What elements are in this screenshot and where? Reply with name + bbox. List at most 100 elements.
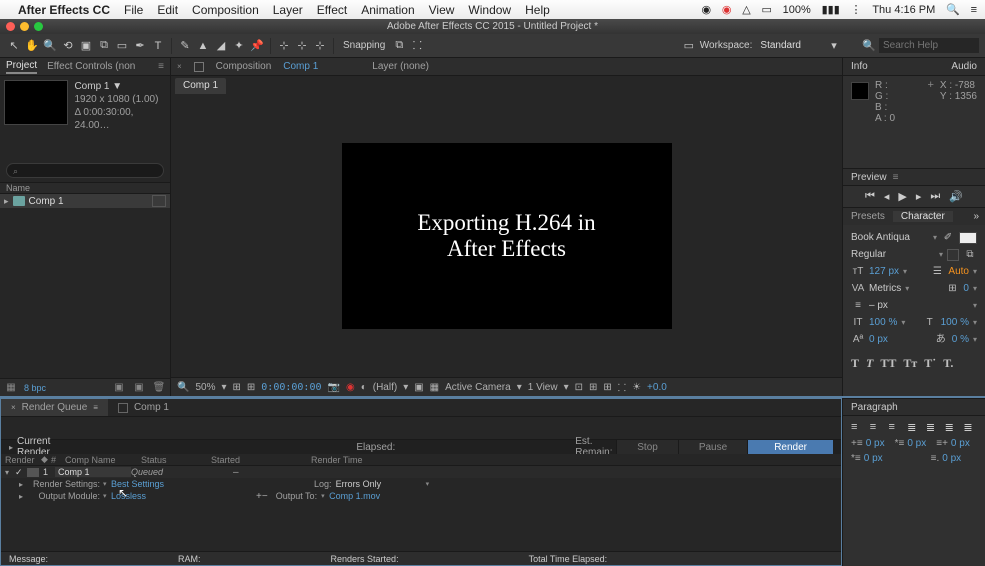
snap-opt1-icon[interactable]: ⧉ <box>391 38 407 54</box>
leading-value[interactable]: Auto <box>948 266 969 277</box>
current-render-twirl[interactable]: ▸ <box>9 443 13 452</box>
rotate-tool-icon[interactable]: ⟲ <box>60 38 76 54</box>
remove-output-icon[interactable]: − <box>262 491 268 502</box>
tab-comp-timeline[interactable]: Comp 1 <box>108 400 179 415</box>
justify-center-icon[interactable]: ≣ <box>926 421 940 431</box>
rs-twirl-icon[interactable]: ▸ <box>19 480 29 489</box>
eyedropper-icon[interactable]: ✐ <box>941 231 955 245</box>
tab-effect-controls[interactable]: Effect Controls (non <box>47 61 135 72</box>
stroke-swatch[interactable] <box>947 249 959 261</box>
search-help-input[interactable] <box>879 38 979 53</box>
play-icon[interactable]: ▶ <box>898 190 906 203</box>
composition-canvas[interactable]: Exporting H.264 in After Effects <box>342 143 672 329</box>
res-icon[interactable]: ⊞ <box>233 382 241 393</box>
views-dropdown[interactable]: 1 View <box>528 382 558 393</box>
selection-tool-icon[interactable]: ↖ <box>6 38 22 54</box>
last-frame-icon[interactable]: ⏭ <box>930 190 940 203</box>
view-opt3-icon[interactable]: ⊞ <box>603 382 611 393</box>
shape-tool-icon[interactable]: ▭ <box>114 38 130 54</box>
flowchart-icon[interactable] <box>152 195 166 207</box>
tab-project[interactable]: Project <box>6 60 37 74</box>
tab-audio[interactable]: Audio <box>951 61 977 72</box>
camera-tool-icon[interactable]: ▣ <box>78 38 94 54</box>
search-icon[interactable]: ▭ <box>680 38 698 54</box>
render-item-row[interactable]: ▾ ✓ 1 Comp 1 Queued – <box>1 466 841 478</box>
newfolder-icon[interactable]: ▣ <box>112 382 126 394</box>
panel-menu-icon[interactable]: ≡ <box>158 61 164 72</box>
render-checkbox[interactable]: ✓ <box>15 467 27 478</box>
clone-tool-icon[interactable]: ▲ <box>195 38 211 54</box>
mute-icon[interactable]: 🔊 <box>949 190 963 203</box>
om-twirl-icon[interactable]: ▸ <box>19 492 29 501</box>
menu-composition[interactable]: Composition <box>192 3 259 17</box>
project-search-input[interactable] <box>6 163 164 178</box>
label-color[interactable] <box>27 468 39 477</box>
allcaps-icon[interactable]: TT <box>880 356 896 371</box>
app-menu[interactable]: After Effects CC <box>18 3 110 17</box>
indent-right[interactable]: 0 px <box>951 438 970 449</box>
roto-tool-icon[interactable]: ✦ <box>231 38 247 54</box>
hand-tool-icon[interactable]: ✋ <box>24 38 40 54</box>
pen-tool-icon[interactable]: ✒ <box>132 38 148 54</box>
exposure-icon[interactable]: ☀ <box>632 382 641 393</box>
region-icon[interactable]: ▣ <box>414 382 423 393</box>
snapshot-icon[interactable]: 📷 <box>328 382 340 393</box>
menu-layer[interactable]: Layer <box>273 3 303 17</box>
comp-tab[interactable]: Comp 1 <box>175 78 226 94</box>
comp-thumbnail[interactable] <box>4 80 68 125</box>
log-dropdown[interactable]: Errors Only <box>336 479 426 489</box>
composition-viewport[interactable]: Exporting H.264 in After Effects <box>171 94 842 377</box>
indent-first[interactable]: 0 px <box>907 438 926 449</box>
space-before[interactable]: 0 px <box>864 453 883 464</box>
menu-animation[interactable]: Animation <box>361 3 414 17</box>
brush-tool-icon[interactable]: ✎ <box>177 38 193 54</box>
text-tool-icon[interactable]: T <box>150 38 166 54</box>
align-right-icon[interactable]: ≡ <box>888 421 902 431</box>
row-twirl-icon[interactable]: ▾ <box>5 468 15 477</box>
interpret-icon[interactable]: ▦ <box>4 382 18 394</box>
newcomp-icon[interactable]: ▣ <box>132 382 146 394</box>
panbehind-tool-icon[interactable]: ⧉ <box>96 38 112 54</box>
project-item-comp1[interactable]: ▸ Comp 1 <box>0 194 170 208</box>
bpc-toggle[interactable]: 8 bpc <box>24 383 46 393</box>
exposure-value[interactable]: +0.0 <box>647 382 667 393</box>
snapping-label[interactable]: Snapping <box>343 40 385 51</box>
rs-caret-icon[interactable]: ▾ <box>103 480 111 488</box>
menu-view[interactable]: View <box>429 3 455 17</box>
menu-window[interactable]: Window <box>468 3 511 17</box>
view-opt4-icon[interactable]: ⸬ <box>618 380 626 394</box>
render-settings-link[interactable]: Best Settings <box>111 479 164 489</box>
font-family-dropdown[interactable]: Book Antiqua <box>851 232 929 243</box>
color-mgmt-icon[interactable]: ◐ <box>361 382 367 393</box>
tracking-value[interactable]: 0 <box>963 283 969 294</box>
font-size[interactable]: 127 px <box>869 266 899 277</box>
italic-icon[interactable]: T <box>866 356 873 371</box>
justify-all-icon[interactable]: ≣ <box>963 421 977 431</box>
view-opt2-icon[interactable]: ⊞ <box>589 382 597 393</box>
tab-paragraph[interactable]: Paragraph <box>851 402 898 413</box>
comp-header-link[interactable]: Comp 1 <box>283 61 318 72</box>
tab-character[interactable]: Character <box>893 211 953 222</box>
space-after[interactable]: 0 px <box>942 453 961 464</box>
menu-effect[interactable]: Effect <box>317 3 347 17</box>
zoom-tool-icon[interactable]: 🔍 <box>42 38 58 54</box>
tab-presets[interactable]: Presets <box>843 211 893 222</box>
grid-icon[interactable]: ⊞ <box>247 382 255 393</box>
view-opt1-icon[interactable]: ⊡ <box>575 382 583 393</box>
channel-icon[interactable]: ◉ <box>346 382 355 393</box>
view-axis-icon[interactable]: ⊹ <box>312 38 328 54</box>
subscript-icon[interactable]: T. <box>943 356 953 371</box>
stroke-opts-icon[interactable]: ⧉ <box>963 248 977 262</box>
camera-dropdown[interactable]: Active Camera <box>445 382 511 393</box>
next-frame-icon[interactable]: ▸ <box>916 190 922 203</box>
indent-left[interactable]: 0 px <box>866 438 885 449</box>
col-name[interactable]: Name <box>6 183 30 193</box>
pause-button[interactable]: Pause <box>678 440 747 455</box>
stop-button[interactable]: Stop <box>616 440 678 455</box>
local-axis-icon[interactable]: ⊹ <box>276 38 292 54</box>
trash-icon[interactable]: 🗑 <box>152 382 166 394</box>
justify-left-icon[interactable]: ≣ <box>907 421 921 431</box>
vscale[interactable]: 100 % <box>869 317 897 328</box>
prev-frame-icon[interactable]: ◂ <box>884 190 890 203</box>
zoom-value[interactable]: 50% <box>195 382 215 393</box>
